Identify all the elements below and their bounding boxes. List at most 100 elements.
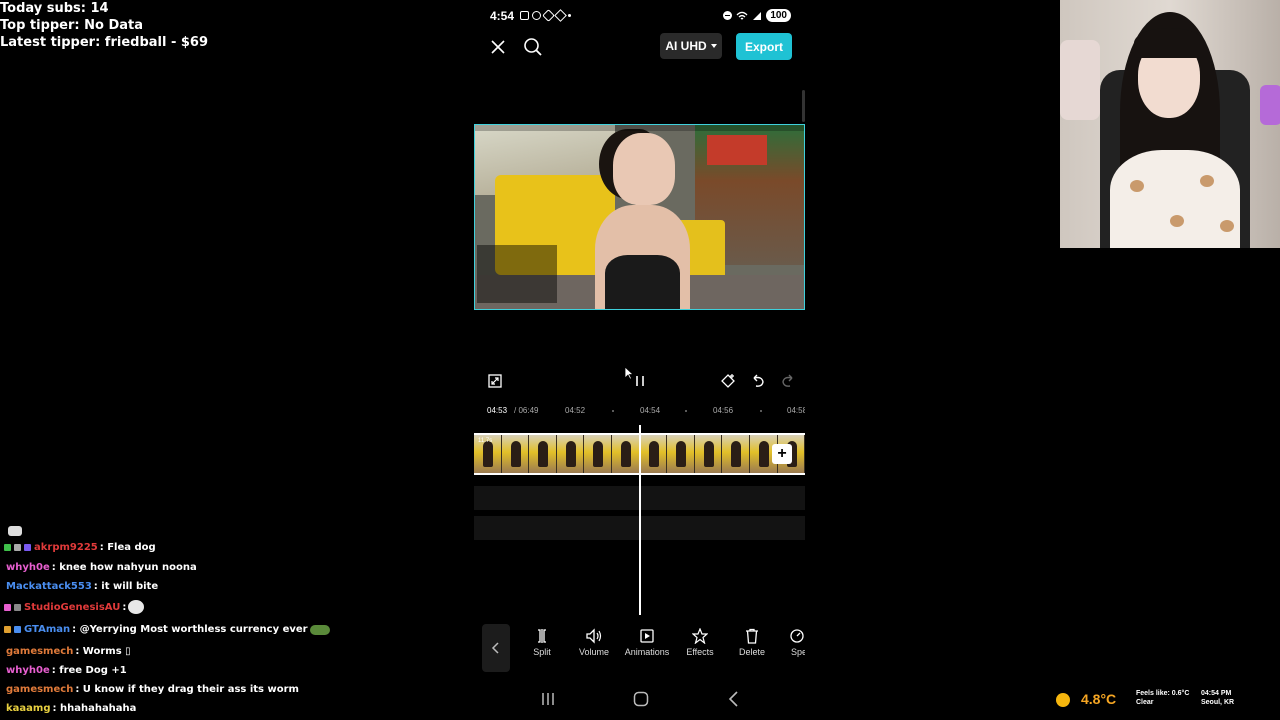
playhead[interactable] — [639, 425, 641, 615]
volume-button[interactable]: Volume — [568, 628, 620, 670]
chat-text: : it will bite — [93, 581, 159, 592]
chat-text: : free Dog +1 — [51, 665, 127, 676]
chat-message: Mackattack553 : it will bite — [6, 581, 158, 592]
chat-username: akrpm9225 — [34, 542, 98, 553]
chat-message: gamesmech : Worms ▯ — [6, 646, 131, 657]
chat-text: : hhahahahaha — [52, 703, 137, 714]
emote-icon — [8, 526, 22, 536]
chat-username: gamesmech — [6, 684, 74, 695]
ruler-tick: 04:54 — [640, 406, 661, 415]
editor-top-bar: AI UHD Export — [474, 32, 805, 62]
chat-username: GTAman — [24, 624, 71, 635]
weather-time-location: 04:54 PM Seoul, KR — [1201, 689, 1234, 707]
home-icon[interactable] — [631, 689, 651, 709]
temperature: 4.8°C — [1081, 691, 1117, 707]
chat-text: : Worms ▯ — [75, 646, 131, 657]
quality-dropdown[interactable]: AI UHD — [660, 33, 722, 59]
chat-text: : Flea dog — [99, 542, 156, 553]
clip-thumbnail — [611, 435, 640, 473]
dnd-icon — [723, 11, 733, 20]
badge-icon — [14, 544, 21, 551]
recent-apps-icon[interactable] — [538, 689, 558, 709]
badge-icon — [14, 603, 21, 611]
clip-duration: 11.7s — [478, 438, 493, 444]
more-notifications-icon — [568, 14, 571, 17]
phone-screen: 4:54 100 AI UHD Export 04:53 / 06:49 04:… — [474, 0, 805, 720]
effects-label: Effects — [686, 647, 714, 657]
export-button[interactable]: Export — [736, 33, 792, 60]
chat-message: akrpm9225 : Flea dog — [4, 542, 156, 553]
system-status: 100 — [723, 9, 791, 22]
effects-icon — [692, 628, 708, 644]
chat-text: : — [122, 601, 127, 613]
signal-icon — [753, 11, 762, 20]
delete-icon — [746, 628, 758, 644]
quality-label: AI UHD — [665, 39, 707, 53]
edit-toolbar: Split Volume Animations Effects Delete S… — [474, 624, 805, 672]
android-nav-bar — [474, 684, 805, 714]
redo-icon[interactable] — [779, 372, 797, 390]
today-subs: Today subs: 14 — [0, 1, 109, 16]
chat-username: Mackattack553 — [6, 581, 92, 592]
sun-icon — [1056, 693, 1070, 707]
location: Seoul, KR — [1201, 699, 1235, 706]
split-button[interactable]: Split — [516, 628, 568, 670]
clip-thumbnail — [639, 435, 668, 473]
chevron-left-icon — [491, 642, 499, 654]
timeline-ruler: 04:53 / 06:49 04:52 04:54 04:56 04:58 — [474, 404, 805, 418]
twitch-icon — [520, 11, 529, 20]
toolbar-back-button[interactable] — [482, 624, 510, 672]
split-icon — [538, 629, 546, 643]
chevron-down-icon — [710, 44, 717, 48]
clip-thumbnail — [556, 435, 585, 473]
chat-text: : U know if they drag their ass its worm — [75, 684, 299, 695]
animations-label: Animations — [624, 647, 670, 657]
volume-icon — [586, 628, 602, 644]
animations-button[interactable]: Animations — [621, 628, 673, 670]
badge-icon — [4, 544, 11, 551]
video-preview[interactable] — [474, 124, 805, 310]
clip-thumbnail — [584, 435, 612, 473]
chat-username: whyh0e — [6, 665, 50, 676]
weather-condition: Clear — [1136, 699, 1154, 706]
keyframe-icon[interactable] — [719, 372, 737, 390]
badge-icon — [4, 603, 11, 611]
scrollbar[interactable] — [802, 90, 805, 122]
fullscreen-icon[interactable] — [486, 372, 504, 390]
effects-button[interactable]: Effects — [674, 628, 726, 670]
close-icon[interactable] — [488, 37, 508, 57]
back-icon[interactable] — [724, 689, 744, 709]
battery-indicator: 100 — [766, 9, 791, 22]
ruler-tick: 04:56 — [713, 406, 734, 415]
clip-thumbnail — [501, 435, 530, 473]
clip-thumbnail — [722, 435, 750, 473]
ruler-tick: 04:52 — [565, 406, 586, 415]
speed-button[interactable]: Spe — [777, 628, 805, 670]
feels-like: Feels like: 0.6°C — [1136, 690, 1190, 697]
emote-icon — [309, 624, 330, 635]
notification-icons — [520, 9, 571, 22]
chat-message: whyh0e : free Dog +1 — [6, 665, 127, 676]
latest-tipper: Latest tipper: friedball - $69 — [0, 35, 209, 50]
chat-message: kaaamg : hhahahahaha — [6, 703, 136, 714]
weather-widget: 4.8°C Feels like: 0.6°C Clear 04:54 PM S… — [1056, 688, 1280, 712]
delete-button[interactable]: Delete — [726, 628, 778, 670]
chat-text: : @Yerrying Most worthless currency ever — [72, 624, 308, 635]
playback-controls — [474, 370, 805, 392]
badge-icon — [14, 626, 21, 633]
instagram-icon — [532, 11, 541, 20]
chat-message: StudioGenesisAU : — [4, 600, 145, 614]
weather-details: Feels like: 0.6°C Clear — [1136, 689, 1189, 707]
clip-thumbnail — [694, 435, 723, 473]
animations-icon — [640, 629, 654, 643]
total-time: / 06:49 — [514, 406, 539, 415]
chat-message: GTAman : @Yerrying Most worthless curren… — [4, 624, 330, 635]
chat-username: gamesmech — [6, 646, 74, 657]
undo-icon[interactable] — [749, 372, 767, 390]
add-clip-button[interactable]: + — [772, 444, 792, 464]
chat-message: whyh0e : knee how nahyun noona — [6, 562, 197, 573]
delete-label: Delete — [738, 647, 765, 657]
current-time: 04:53 — [487, 406, 508, 415]
search-icon[interactable] — [522, 36, 544, 58]
badge-icon — [4, 626, 11, 633]
